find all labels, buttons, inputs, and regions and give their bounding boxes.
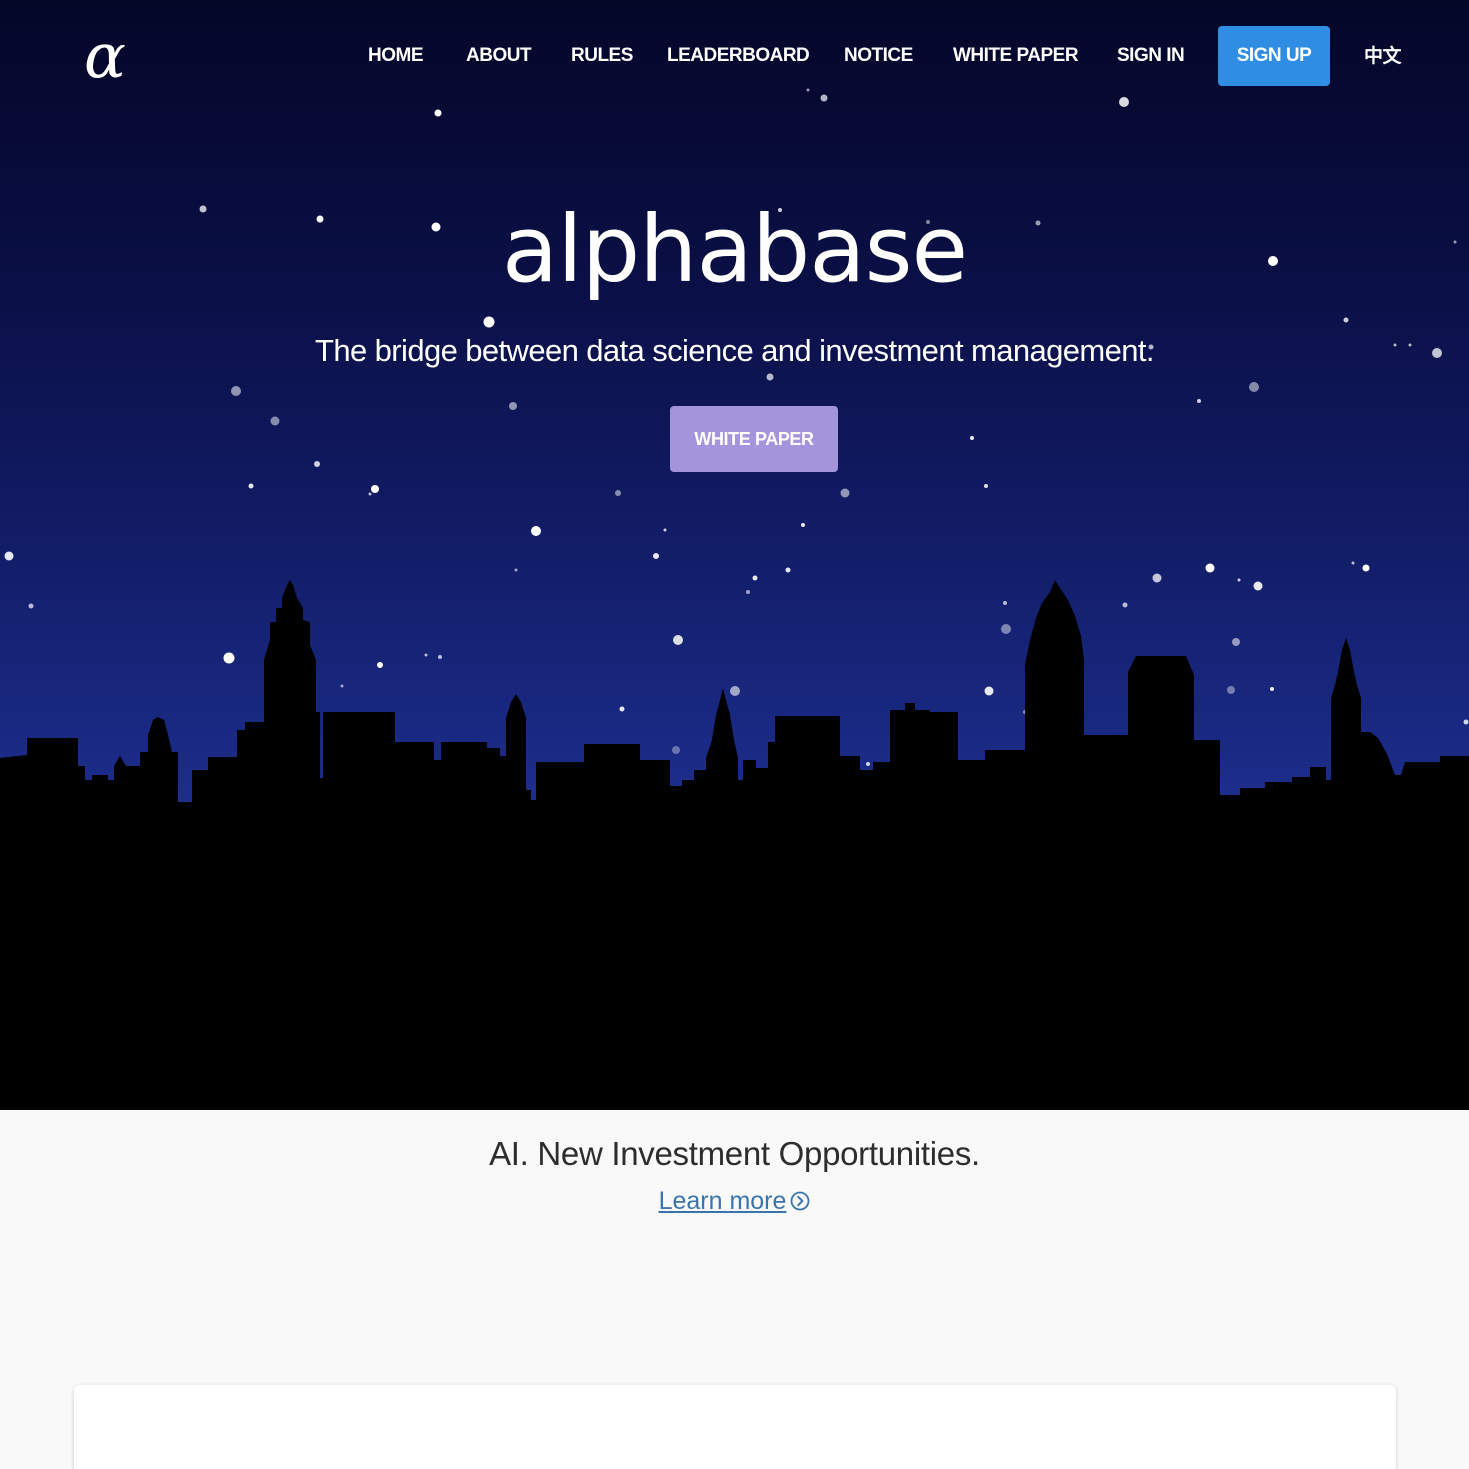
section-tagline: AI. New Investment Opportunities. [489,1135,980,1172]
top-navigation: α HOME ABOUT RULES LEADERBOARD NOTICE WH… [0,0,1469,110]
page: α HOME ABOUT RULES LEADERBOARD NOTICE WH… [0,0,1469,1469]
hero-bottom-curve [0,940,1469,1090]
sign-up-button[interactable]: SIGN UP [1218,26,1330,86]
learn-more-link[interactable]: Learn more [659,1187,811,1215]
hero-subtitle: The bridge between data science and inve… [315,333,1155,368]
nav-sign-in-link[interactable]: SIGN IN [1117,42,1185,70]
hero-title: alphabase [501,196,968,303]
white-paper-button[interactable]: WHITE PAPER [670,406,838,472]
nav-rules-link[interactable]: RULES [571,42,633,70]
learn-more-row: Learn more [0,1184,1469,1218]
nav-about-link[interactable]: ABOUT [466,42,532,70]
language-toggle-link[interactable]: 中文 [1364,42,1402,70]
content-card [74,1385,1396,1469]
hero-section [0,0,1469,1110]
nav-white-paper-link[interactable]: WHITE PAPER [953,42,1079,70]
chevron-right-circle-icon [791,1191,810,1211]
nav-leaderboard-link[interactable]: LEADERBOARD [667,42,810,70]
nav-home-link[interactable]: HOME [368,42,424,70]
nav-notice-link[interactable]: NOTICE [844,42,913,70]
alpha-logo-icon[interactable]: α [84,24,144,88]
learn-more-label: Learn more [658,1187,787,1215]
